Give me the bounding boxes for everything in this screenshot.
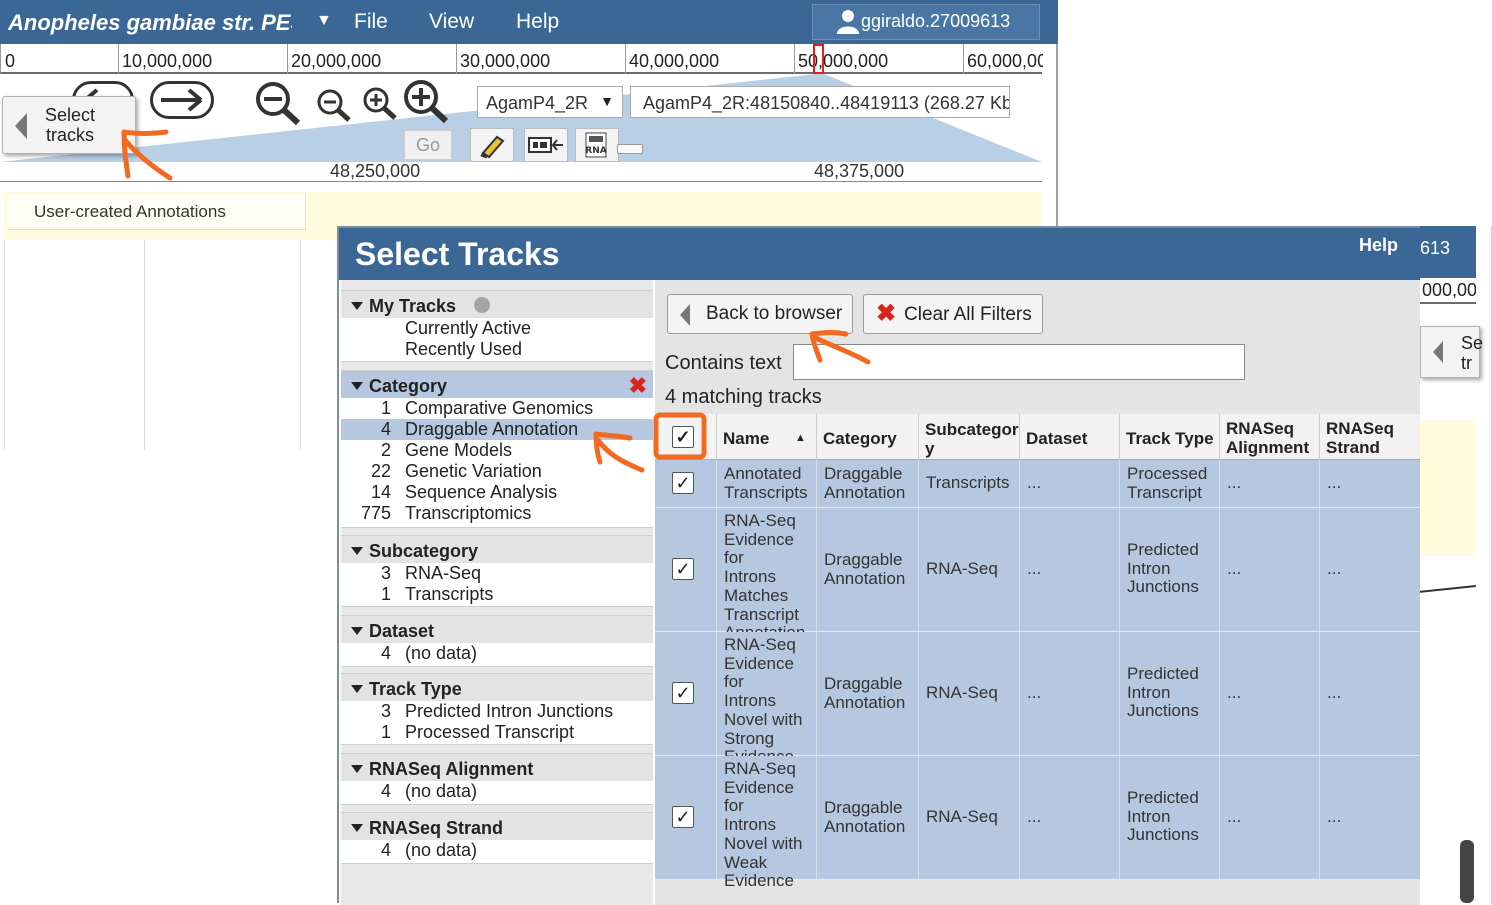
tutorial-annotation-overlay — [121, 129, 871, 473]
